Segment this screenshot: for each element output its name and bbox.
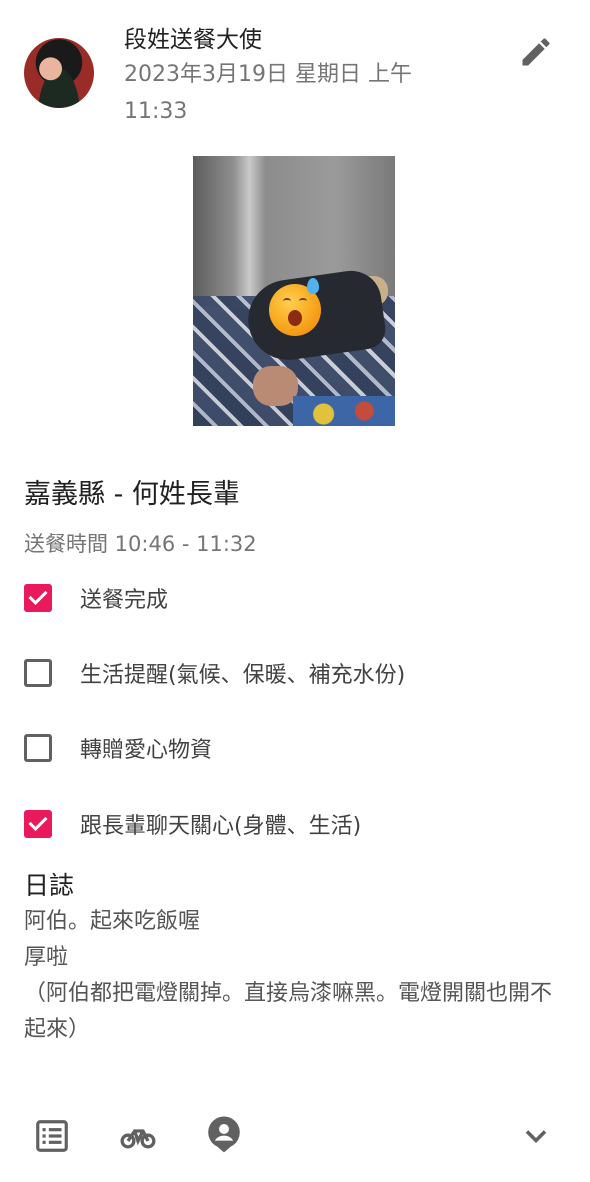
- checklist-item[interactable]: 轉贈愛心物資: [24, 730, 212, 766]
- chevron-down-icon: [525, 1130, 547, 1144]
- checkbox-unchecked[interactable]: [24, 659, 52, 687]
- checklist-item[interactable]: 生活提醒(氣候、保暖、補充水份): [24, 655, 405, 691]
- checklist-label: 轉贈愛心物資: [80, 738, 213, 763]
- checkbox-checked[interactable]: [24, 584, 52, 612]
- checklist-item[interactable]: 送餐完成: [24, 580, 168, 616]
- checklist-label: 跟長輩聊天關心(身體、生活): [80, 814, 362, 839]
- photo-arm: [253, 366, 298, 406]
- list-icon: [36, 1120, 68, 1152]
- log-title: 日誌: [24, 871, 75, 900]
- edit-button[interactable]: [510, 26, 562, 78]
- pencil-icon: [522, 38, 550, 66]
- checkbox-checked[interactable]: [24, 810, 52, 838]
- checkbox-unchecked[interactable]: [24, 734, 52, 762]
- delivery-time: 送餐時間 10:46 - 11:32: [24, 532, 257, 556]
- account-pin-icon: [208, 1116, 240, 1153]
- checklist-label: 送餐完成: [80, 588, 169, 613]
- delivery-photo[interactable]: [193, 156, 395, 426]
- face-cover-emoji-icon: [269, 278, 321, 336]
- log-body: 阿伯。起來吃飯喔 厚啦 （阿伯都把電燈關掉。直接烏漆嘛黑。電燈開關也開不起來）: [24, 909, 553, 1042]
- bike-button[interactable]: [118, 1116, 158, 1156]
- author-avatar[interactable]: [24, 38, 94, 108]
- checklist-item[interactable]: 跟長輩聊天關心(身體、生活): [24, 806, 361, 842]
- photo-blanket: [293, 396, 395, 426]
- recipient-title: 嘉義縣 - 何姓長輩: [24, 479, 240, 510]
- expand-button[interactable]: [516, 1116, 556, 1156]
- list-button[interactable]: [32, 1116, 72, 1156]
- checklist-label: 生活提醒(氣候、保暖、補充水份): [80, 663, 406, 688]
- bicycle-icon: [120, 1129, 156, 1149]
- author-name: 段姓送餐大使: [124, 27, 262, 53]
- account-button[interactable]: [204, 1114, 244, 1154]
- post-timestamp: 2023年3月19日 星期日 上午 11:33: [124, 62, 412, 124]
